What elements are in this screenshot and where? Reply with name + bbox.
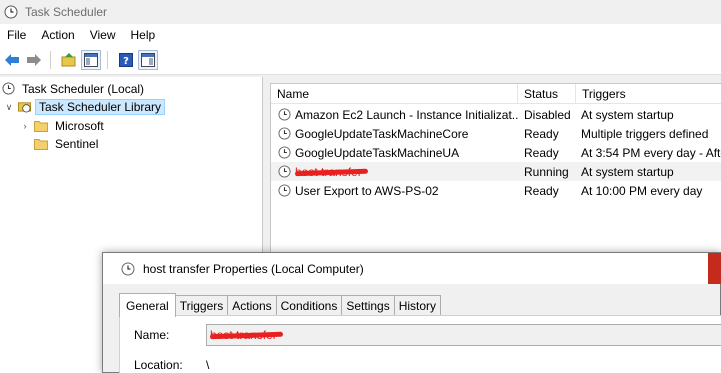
chevron-down-icon[interactable]: ∨ [4, 102, 14, 112]
location-value: \ [206, 358, 210, 372]
task-triggers: At 10:00 PM every day [581, 183, 703, 198]
tab-conditions[interactable]: Conditions [275, 295, 343, 316]
name-field[interactable]: host transfer [206, 324, 721, 346]
table-row[interactable]: User Export to AWS-PS-02 Ready At 10:00 … [271, 181, 721, 200]
task-name: User Export to AWS-PS-02 [295, 183, 439, 198]
name-value-redacted: host transfer [210, 328, 277, 342]
help-icon[interactable]: ? [116, 50, 136, 70]
menu-action[interactable]: Action [34, 28, 82, 42]
svg-text:?: ? [123, 56, 129, 67]
toolbar: ? [0, 46, 721, 75]
back-icon[interactable] [2, 50, 22, 70]
window-title: Task Scheduler [25, 4, 108, 19]
close-button[interactable] [708, 253, 721, 284]
folder-icon [34, 120, 48, 132]
tree-label: Microsoft [55, 118, 104, 133]
chevron-right-icon[interactable]: › [20, 121, 30, 131]
column-header-triggers[interactable]: Triggers [576, 84, 721, 104]
task-triggers: At system startup [581, 164, 674, 179]
show-hide-console-tree-icon[interactable] [81, 50, 101, 70]
task-triggers: At 3:54 PM every day - Afte [581, 145, 721, 160]
table-row[interactable]: GoogleUpdateTaskMachineCore Ready Multip… [271, 124, 721, 143]
task-clock-icon [121, 262, 135, 275]
folder-icon [34, 138, 48, 150]
table-row[interactable]: Amazon Ec2 Launch - Instance Initializat… [271, 105, 721, 124]
tree-label: Sentinel [55, 136, 99, 151]
folder-clock-icon [18, 102, 31, 113]
task-status: Ready [524, 126, 559, 141]
task-name: Amazon Ec2 Launch - Instance Initializat… [295, 107, 518, 122]
tab-triggers[interactable]: Triggers [174, 295, 229, 316]
window-titlebar[interactable]: Task Scheduler [0, 0, 721, 23]
forward-icon[interactable] [24, 50, 44, 70]
task-triggers: At system startup [581, 107, 674, 122]
tab-general[interactable]: General [119, 293, 176, 317]
tree-label: Task Scheduler Library [35, 98, 166, 115]
tree-item-sentinel[interactable]: Sentinel [34, 134, 101, 153]
tree-item-library[interactable]: ∨ Task Scheduler Library [4, 97, 166, 116]
column-header-name[interactable]: Name [271, 84, 518, 104]
tree-item-root[interactable]: Task Scheduler (Local) [2, 79, 147, 98]
menu-view[interactable]: View [83, 28, 124, 42]
dialog-title: host transfer Properties (Local Computer… [143, 261, 364, 276]
tree-item-microsoft[interactable]: › Microsoft [20, 116, 107, 135]
column-header-status[interactable]: Status [518, 84, 576, 104]
task-triggers: Multiple triggers defined [581, 126, 709, 141]
task-clock-icon [278, 165, 291, 178]
task-clock-icon [278, 127, 291, 140]
tab-history[interactable]: History [393, 295, 442, 316]
task-status: Ready [524, 183, 559, 198]
general-tab-panel: Name: host transfer Location: \ [119, 315, 721, 373]
task-clock-icon [278, 108, 291, 121]
task-status: Disabled [524, 107, 571, 122]
task-scheduler-clock-icon [4, 5, 18, 18]
toolbar-separator [50, 51, 51, 69]
up-folder-icon[interactable] [59, 50, 79, 70]
task-clock-icon [278, 146, 291, 159]
location-label: Location: [134, 358, 183, 372]
menu-file[interactable]: File [0, 28, 34, 42]
show-hide-action-pane-icon[interactable] [138, 50, 158, 70]
tab-settings[interactable]: Settings [341, 295, 395, 316]
task-name-redacted: host transfer [295, 164, 362, 179]
task-name: GoogleUpdateTaskMachineUA [295, 145, 460, 160]
task-status: Ready [524, 145, 559, 160]
toolbar-separator [107, 51, 108, 69]
properties-dialog: host transfer Properties (Local Computer… [102, 252, 721, 373]
menu-help[interactable]: Help [124, 28, 164, 42]
task-status: Running [524, 164, 569, 179]
table-row[interactable]: GoogleUpdateTaskMachineUA Ready At 3:54 … [271, 143, 721, 162]
tab-strip: General Triggers Actions Conditions Sett… [119, 293, 442, 317]
table-row-selected[interactable]: host transfer Running At system startup [271, 162, 721, 181]
dialog-titlebar[interactable]: host transfer Properties (Local Computer… [103, 253, 721, 284]
task-name: GoogleUpdateTaskMachineCore [295, 126, 469, 141]
name-label: Name: [134, 328, 170, 342]
task-scheduler-clock-icon [2, 82, 15, 95]
menu-bar: File Action View Help [0, 24, 721, 46]
task-clock-icon [278, 184, 291, 197]
tab-actions[interactable]: Actions [227, 295, 277, 316]
tree-label: Task Scheduler (Local) [22, 81, 145, 96]
